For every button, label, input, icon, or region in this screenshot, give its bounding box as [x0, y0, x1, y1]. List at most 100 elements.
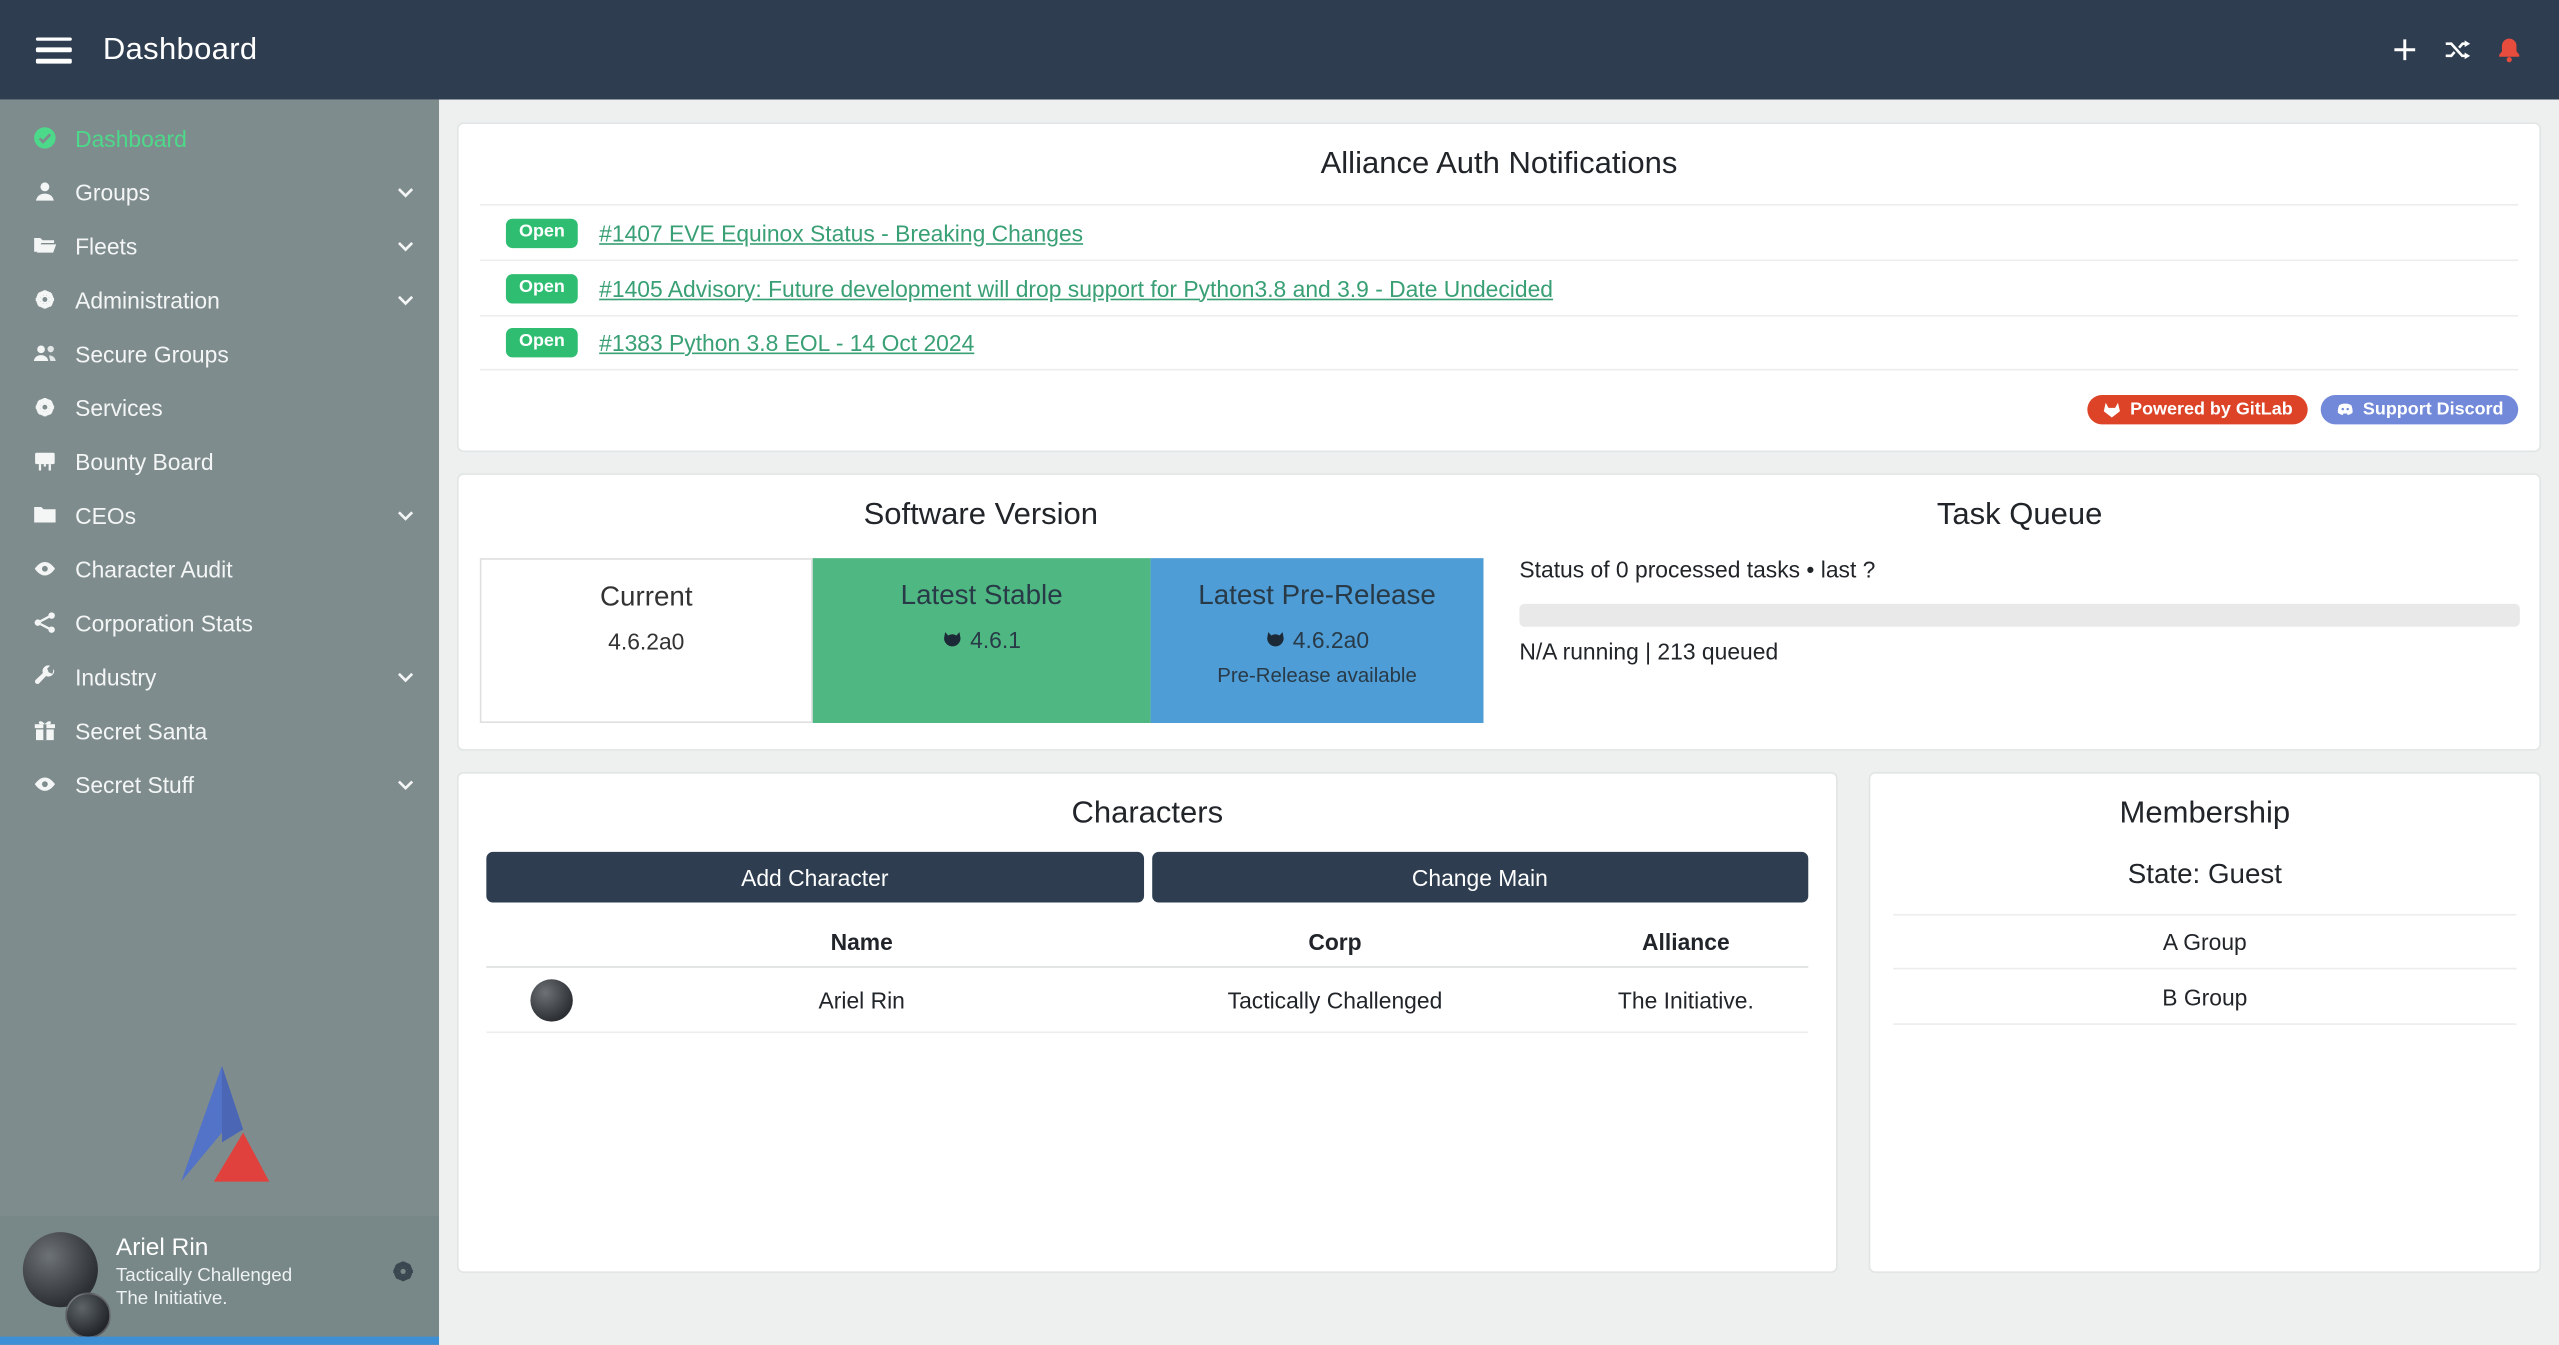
sidebar-item-corporation-stats[interactable]: Corporation Stats — [0, 596, 439, 650]
discord-badge[interactable]: Support Discord — [2320, 395, 2518, 424]
navbar-actions — [2391, 36, 2533, 64]
version-value: 4.6.2a0 — [608, 628, 684, 654]
membership-title: Membership — [1893, 774, 2516, 833]
character-buttons: Add Character Change Main — [486, 852, 1808, 903]
membership-card: Membership State: Guest A Group B Group — [1869, 772, 2541, 1273]
version-panel-current: Current 4.6.2a0 — [480, 558, 813, 723]
top-navbar: Dashboard — [0, 0, 2559, 100]
users-icon — [33, 341, 57, 365]
sidebar-item-character-audit[interactable]: Character Audit — [0, 542, 439, 596]
sidebar-item-ceos[interactable]: CEOs — [0, 488, 439, 542]
status-badge: Open — [506, 328, 578, 357]
membership-state: State: Guest — [1893, 858, 2516, 891]
billboard-icon — [33, 449, 57, 473]
main-content: Alliance Auth Notifications Open #1407 E… — [439, 100, 2559, 1345]
sidebar-item-dashboard[interactable]: Dashboard — [0, 111, 439, 165]
chevron-down-icon — [395, 504, 416, 525]
software-version-section: Software Version Current 4.6.2a0 Latest … — [459, 475, 1503, 749]
task-queue-summary: N/A running | 213 queued — [1519, 638, 2519, 664]
share-icon — [33, 610, 57, 634]
page-title: Dashboard — [103, 32, 258, 68]
status-badge: Open — [506, 273, 578, 302]
sidebar-item-label: Administration — [75, 286, 220, 312]
sidebar-item-label: Industry — [75, 663, 156, 689]
check-circle-icon — [33, 126, 57, 150]
user-meta: Ariel Rin Tactically Challenged The Init… — [116, 1232, 292, 1345]
sidebar-item-groups[interactable]: Groups — [0, 165, 439, 219]
notification-row: Open #1405 Advisory: Future development … — [480, 259, 2518, 314]
notification-row: Open #1383 Python 3.8 EOL - 14 Oct 2024 — [480, 315, 2518, 370]
sidebar-bottom-indicator — [0, 1337, 439, 1345]
notification-link[interactable]: #1383 Python 3.8 EOL - 14 Oct 2024 — [599, 330, 974, 356]
sidebar-item-label: Secret Santa — [75, 717, 207, 743]
notifications-card: Alliance Auth Notifications Open #1407 E… — [457, 122, 2541, 452]
app-root: Dashboard Dashboard — [0, 0, 2559, 1345]
header-alliance: Alliance — [1563, 928, 1808, 954]
software-version-title: Software Version — [459, 475, 1503, 534]
alliance-logo — [167, 1061, 271, 1185]
list-item: A Group — [1893, 914, 2516, 969]
bottom-row: Characters Add Character Change Main Nam… — [457, 772, 2541, 1273]
panel-label: Current — [481, 581, 811, 614]
task-progress-bar — [1519, 604, 2519, 627]
plus-icon[interactable] — [2391, 36, 2419, 64]
table-row[interactable]: Ariel Rin Tactically Challenged The Init… — [486, 968, 1808, 1033]
allianceauth-cat-icon — [942, 629, 963, 650]
version-value: 4.6.2a0 — [1293, 627, 1369, 653]
header-corp: Corp — [1107, 928, 1564, 954]
version-panels: Current 4.6.2a0 Latest Stable 4.6.1 — [480, 558, 1484, 723]
sidebar-item-secret-stuff[interactable]: Secret Stuff — [0, 757, 439, 811]
sidebar-item-label: Secure Groups — [75, 340, 229, 366]
gear-icon — [33, 287, 57, 311]
user-icon — [33, 180, 57, 204]
characters-card: Characters Add Character Change Main Nam… — [457, 772, 1838, 1273]
user-corp: Tactically Challenged — [116, 1264, 292, 1287]
panel-label: Latest Stable — [813, 579, 1151, 612]
sidebar-nav: Dashboard Groups Fleets — [0, 111, 439, 811]
characters-table-header: Name Corp Alliance — [486, 916, 1808, 968]
notification-link[interactable]: #1405 Advisory: Future development will … — [599, 275, 1553, 301]
wrench-icon — [33, 664, 57, 688]
discord-icon — [2335, 400, 2355, 420]
sidebar-item-bounty-board[interactable]: Bounty Board — [0, 434, 439, 488]
notification-link[interactable]: #1407 EVE Equinox Status - Breaking Chan… — [599, 220, 1083, 246]
eye-icon — [33, 557, 57, 581]
avatar-secondary — [65, 1293, 111, 1339]
user-name: Ariel Rin — [116, 1234, 292, 1265]
sidebar-item-secure-groups[interactable]: Secure Groups — [0, 326, 439, 380]
chevron-down-icon — [395, 235, 416, 256]
change-main-button[interactable]: Change Main — [1151, 852, 1808, 903]
version-value: 4.6.1 — [970, 627, 1021, 653]
sidebar-item-label: Dashboard — [75, 125, 187, 151]
menu-icon[interactable] — [36, 37, 72, 63]
notifications-title: Alliance Auth Notifications — [480, 124, 2518, 183]
bell-icon[interactable] — [2495, 36, 2523, 64]
sidebar-item-industry[interactable]: Industry — [0, 650, 439, 704]
allianceauth-cat-icon — [1265, 629, 1286, 650]
notification-row: Open #1407 EVE Equinox Status - Breaking… — [480, 204, 2518, 259]
gitlab-badge-label: Powered by GitLab — [2130, 400, 2293, 420]
add-character-button[interactable]: Add Character — [486, 852, 1143, 903]
characters-table: Name Corp Alliance Ariel Rin Tactically … — [486, 916, 1808, 1034]
sidebar-item-fleets[interactable]: Fleets — [0, 219, 439, 273]
header-name: Name — [617, 928, 1107, 954]
version-panel-stable: Latest Stable 4.6.1 — [813, 558, 1151, 723]
gitlab-icon — [2102, 400, 2122, 420]
gitlab-badge[interactable]: Powered by GitLab — [2088, 395, 2308, 424]
sidebar-item-label: Bounty Board — [75, 448, 213, 474]
sidebar-item-administration[interactable]: Administration — [0, 273, 439, 327]
sidebar-item-services[interactable]: Services — [0, 380, 439, 434]
sidebar-item-label: CEOs — [75, 502, 136, 528]
membership-groups: A Group B Group — [1893, 914, 2516, 1025]
sidebar-user-panel[interactable]: Ariel Rin Tactically Challenged The Init… — [0, 1216, 439, 1345]
notification-footer-badges: Powered by GitLab Support Discord — [480, 395, 2518, 424]
shuffle-icon[interactable] — [2443, 36, 2471, 64]
gear-icon[interactable] — [390, 1258, 416, 1284]
sidebar-item-secret-santa[interactable]: Secret Santa — [0, 703, 439, 757]
character-avatar — [530, 978, 572, 1020]
gift-icon — [33, 718, 57, 742]
cell-alliance: The Initiative. — [1563, 987, 1808, 1013]
notifications-list: Open #1407 EVE Equinox Status - Breaking… — [480, 204, 2518, 370]
version-taskqueue-card: Software Version Current 4.6.2a0 Latest … — [457, 473, 2541, 750]
prerelease-note: Pre-Release available — [1151, 664, 1484, 687]
